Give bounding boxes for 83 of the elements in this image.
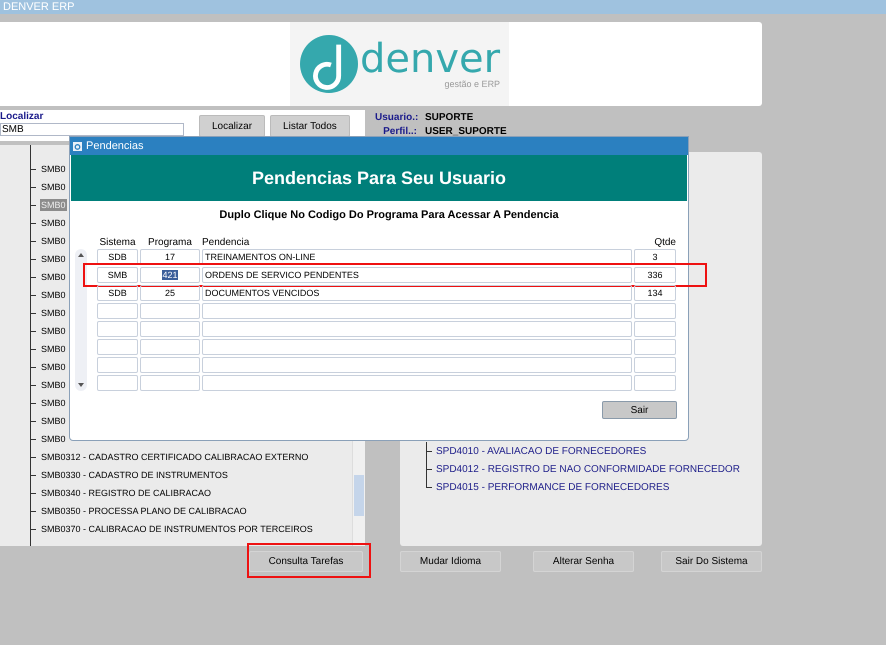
dialog-instruction: Duplo Clique No Codigo Do Programa Para Acessar A Pendencia <box>218 209 560 221</box>
footer-button[interactable]: Alterar Senha <box>533 551 634 572</box>
program-tree-item[interactable]: SMB0 <box>40 289 67 301</box>
app-icon <box>73 142 82 150</box>
table-cell[interactable] <box>97 303 138 319</box>
program-tree-item[interactable]: SMB0 <box>40 361 67 373</box>
program-tree-item[interactable]: SMB0 <box>40 163 67 175</box>
table-cell[interactable] <box>202 321 632 337</box>
program-tree-item[interactable]: SMB0350 - PROCESSA PLANO DE CALIBRACAO <box>40 505 248 517</box>
program-tree-item[interactable]: SMB0 <box>40 433 67 445</box>
program-tree-item[interactable]: SMB0 <box>40 307 67 319</box>
table-cell[interactable] <box>97 375 138 391</box>
module-tree-item[interactable]: SPD4012 - REGISTRO DE NAO CONFORMIDADE FORNECEDOR <box>436 464 740 474</box>
scrollbar[interactable] <box>75 249 87 391</box>
program-tree-item[interactable]: SMB0 <box>40 343 67 355</box>
table-cell[interactable]: ORDENS DE SERVICO PENDENTES <box>202 267 632 283</box>
logo-wordmark: denver <box>360 39 500 79</box>
search-button[interactable]: Localizar <box>199 115 266 137</box>
table-cell[interactable] <box>634 321 676 337</box>
table-cell[interactable] <box>140 339 200 355</box>
program-tree-item[interactable]: SMB0 <box>40 397 67 409</box>
table-cell[interactable] <box>634 357 676 373</box>
column-header: Sistema <box>98 236 137 248</box>
window-title: DENVER ERP <box>3 1 75 13</box>
program-tree-item[interactable]: SMB0 <box>40 253 67 265</box>
table-cell[interactable] <box>97 339 138 355</box>
program-tree-item[interactable]: SMB0 <box>40 235 67 247</box>
table-cell[interactable] <box>634 339 676 355</box>
table-cell[interactable] <box>202 357 632 373</box>
search-label: Localizar <box>0 111 44 123</box>
logo-tagline: gestão e ERP <box>444 79 500 89</box>
program-tree-item[interactable]: SMB0 <box>40 217 67 229</box>
close-button[interactable]: Sair <box>602 401 677 419</box>
program-tree-item[interactable]: SMB0340 - REGISTRO DE CALIBRACAO <box>40 487 212 499</box>
column-header: Programa <box>147 236 193 248</box>
table-cell[interactable]: SMB <box>97 267 138 283</box>
footer-button[interactable]: Mudar Idioma <box>400 551 501 572</box>
user-field-value: SUPORTE <box>425 112 474 122</box>
footer-button[interactable]: Consulta Tarefas <box>249 551 363 572</box>
table-cell[interactable]: 17 <box>140 249 200 265</box>
dialog-title: Pendencias <box>86 140 144 152</box>
program-tree-item[interactable]: SMB0 <box>40 181 67 193</box>
search-field[interactable]: SMB <box>0 123 184 136</box>
user-field-label: Perfil..: <box>382 126 417 136</box>
footer-button[interactable]: Sair Do Sistema <box>661 551 762 572</box>
table-cell[interactable] <box>140 357 200 373</box>
table-cell[interactable] <box>97 321 138 337</box>
table-cell[interactable]: 25 <box>140 285 200 301</box>
table-cell[interactable] <box>140 303 200 319</box>
program-tree-item[interactable]: SMB0 <box>40 271 67 283</box>
table-cell[interactable]: SDB <box>97 249 138 265</box>
scroll-down-icon[interactable] <box>77 381 85 389</box>
program-tree-item[interactable]: SMB0330 - CADASTRO DE INSTRUMENTOS <box>40 469 229 481</box>
module-tree-item[interactable]: SPD4010 - AVALIACAO DE FORNECEDORES <box>436 446 646 456</box>
dialog-heading: Pendencias Para Seu Usuario <box>252 168 506 188</box>
table-cell[interactable]: 421 <box>140 267 200 283</box>
table-cell[interactable] <box>202 303 632 319</box>
table-cell[interactable]: SDB <box>97 285 138 301</box>
search-button[interactable]: Listar Todos <box>270 115 350 137</box>
table-cell[interactable]: DOCUMENTOS VENCIDOS <box>202 285 632 301</box>
table-cell[interactable] <box>634 375 676 391</box>
table-cell[interactable]: 336 <box>634 267 676 283</box>
table-cell[interactable] <box>140 321 200 337</box>
user-field-label: Usuario.: <box>375 112 417 122</box>
column-header: Qtde <box>653 236 676 248</box>
program-tree-item[interactable]: SMB0370 - CALIBRACAO DE INSTRUMENTOS POR TERCEIROS <box>40 523 314 535</box>
program-tree-item[interactable]: SMB0 <box>40 379 67 391</box>
table-cell[interactable] <box>97 357 138 373</box>
table-cell[interactable] <box>202 339 632 355</box>
program-tree-item[interactable]: SMB0 <box>40 325 67 337</box>
table-cell[interactable] <box>140 375 200 391</box>
program-tree-item[interactable]: SMB0 <box>40 415 67 427</box>
logo-circle-icon <box>300 35 358 93</box>
column-header: Pendencia <box>202 236 250 248</box>
module-tree-item[interactable]: SPD4015 - PERFORMANCE DE FORNECEDORES <box>436 482 670 492</box>
program-tree-item[interactable]: SMB0312 - CADASTRO CERTIFICADO CALIBRACAO EXTERNO <box>40 451 310 463</box>
scroll-up-icon[interactable] <box>77 251 85 259</box>
table-cell[interactable]: 3 <box>634 249 676 265</box>
table-cell[interactable]: TREINAMENTOS ON-LINE <box>202 249 632 265</box>
user-field-value: USER_SUPORTE <box>425 126 507 136</box>
table-cell[interactable] <box>202 375 632 391</box>
table-cell[interactable] <box>634 303 676 319</box>
table-cell[interactable]: 134 <box>634 285 676 301</box>
